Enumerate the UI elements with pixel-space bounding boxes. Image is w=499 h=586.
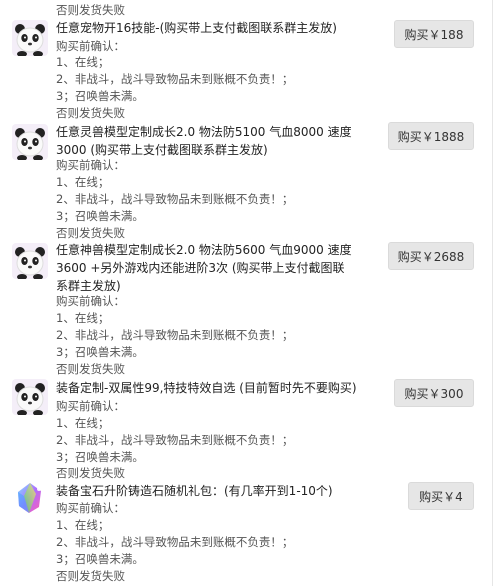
fail-note: 否则发货失败: [56, 106, 125, 120]
confirm-line-1: 1、在线；: [56, 311, 110, 325]
buy-button[interactable]: 购买￥300: [394, 379, 474, 407]
confirm-line-3: 3；召唤兽未满。: [56, 450, 144, 464]
confirm-heading: 购买前确认：: [56, 294, 125, 308]
fail-note: 否则发货失败: [56, 226, 125, 240]
buy-button[interactable]: 购买￥2688: [388, 242, 474, 270]
confirm-line-1: 1、在线；: [56, 175, 110, 189]
panda-icon: [12, 379, 48, 416]
confirm-line-2: 2、非战斗，战斗导致物品未到账概不负责！；: [56, 433, 294, 447]
buy-button[interactable]: 购买￥1888: [388, 122, 474, 150]
confirm-heading: 购买前确认：: [56, 399, 125, 413]
item-title: 任意灵兽模型定制成长2.0 物法防5100 气血8000 速度3000 (购买带…: [56, 125, 352, 157]
crystal-gem-icon: [12, 480, 48, 516]
panda-icon: [12, 243, 48, 280]
fail-note: 否则发货失败: [56, 569, 125, 583]
item-title: 任意宠物开16技能-(购买带上支付截图联系群主发放): [56, 21, 337, 35]
panda-icon: [12, 20, 48, 57]
buy-button[interactable]: 购买￥4: [408, 482, 474, 510]
fail-note: 否则发货失败: [56, 362, 125, 376]
divider: [492, 0, 493, 586]
confirm-heading: 购买前确认：: [56, 158, 125, 172]
confirm-line-3: 3；召唤兽未满。: [56, 345, 144, 359]
panda-icon: [12, 124, 48, 161]
confirm-line-2: 2、非战斗，战斗导致物品未到账概不负责！；: [56, 192, 294, 206]
confirm-line-2: 2、非战斗，战斗导致物品未到账概不负责！；: [56, 328, 294, 342]
fail-note: 否则发货失败: [56, 466, 125, 480]
confirm-heading: 购买前确认：: [56, 39, 125, 53]
confirm-line-2: 2、非战斗，战斗导致物品未到账概不负责！；: [56, 535, 294, 549]
item-title: 任意神兽模型定制成长2.0 物法防5600 气血9000 速度3600 +另外游…: [56, 243, 352, 293]
confirm-line-3: 3；召唤兽未满。: [56, 89, 144, 103]
confirm-line-3: 3；召唤兽未满。: [56, 209, 144, 223]
confirm-heading: 购买前确认：: [56, 501, 125, 515]
confirm-line-1: 1、在线；: [56, 55, 110, 69]
confirm-line-1: 1、在线；: [56, 416, 110, 430]
buy-button[interactable]: 购买￥188: [394, 20, 474, 48]
fail-note: 否则发货失败: [56, 3, 125, 17]
item-title: 装备定制-双属性99,特技特效自选 (目前暂时先不要购买): [56, 381, 357, 395]
confirm-line-1: 1、在线；: [56, 518, 110, 532]
confirm-line-2: 2、非战斗，战斗导致物品未到账概不负责！；: [56, 72, 294, 86]
item-title: 装备宝石升阶铸造石随机礼包：(有几率开到1-10个): [56, 484, 333, 498]
confirm-line-3: 3；召唤兽未满。: [56, 552, 144, 566]
